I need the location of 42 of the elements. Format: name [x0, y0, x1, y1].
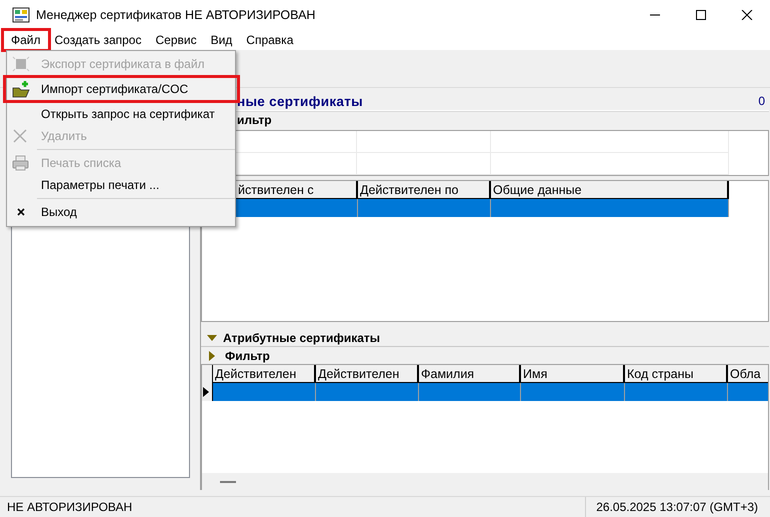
close-icon: [17, 208, 25, 216]
table-cell[interactable]: [521, 383, 625, 401]
status-text: НЕ АВТОРИЗИРОВАН: [6, 500, 134, 514]
menu-item[interactable]: Файл: [4, 31, 48, 49]
column-header[interactable]: Общие данные: [491, 181, 729, 199]
menu-item[interactable]: Открыть запрос на сертификат: [7, 103, 235, 125]
table-cell[interactable]: [625, 383, 728, 401]
column-header[interactable]: Действителен по: [358, 181, 491, 199]
menu-item[interactable]: Создать запрос: [48, 31, 148, 49]
collapse-icon[interactable]: [207, 333, 217, 343]
table-cell[interactable]: [419, 383, 521, 401]
export-icon: [11, 55, 31, 73]
table-cell[interactable]: [491, 199, 729, 217]
maximize-icon: [695, 10, 707, 20]
column-header[interactable]: Фамилия: [419, 365, 521, 383]
table-cell[interactable]: [358, 199, 491, 217]
section-title: Атрибутные сертификаты: [223, 331, 380, 345]
count-label: 0: [758, 94, 765, 108]
filter-label[interactable]: ильтр: [237, 113, 272, 127]
close-icon: [741, 10, 753, 20]
status-datetime: 26.05.2025 13:07:07 (GMT+3): [585, 497, 770, 517]
menu-item[interactable]: Импорт сертификата/COC: [3, 75, 240, 103]
menu-item[interactable]: Сервис: [148, 31, 204, 49]
menu-item[interactable]: Справка: [239, 31, 300, 49]
window-title: Менеджер сертификатов НЕ АВТОРИЗИРОВАН: [36, 8, 316, 22]
folder-plus-icon: [11, 80, 31, 98]
column-header[interactable]: Действителен: [213, 365, 316, 383]
menu-item[interactable]: Выход: [7, 201, 235, 223]
menu-item[interactable]: Вид: [204, 31, 240, 49]
app-icon: [12, 7, 30, 23]
column-header[interactable]: Действителен: [316, 365, 419, 383]
printer-icon: [11, 154, 31, 172]
expand-icon[interactable]: [207, 350, 217, 360]
column-header[interactable]: Обла: [728, 365, 768, 383]
scrollbar[interactable]: [202, 473, 768, 490]
table-cell[interactable]: [316, 383, 419, 401]
row-pointer-icon: [202, 386, 210, 398]
column-header[interactable]: Имя: [521, 365, 625, 383]
filter-label[interactable]: Фильтр: [225, 348, 270, 362]
table-cell[interactable]: [213, 383, 316, 401]
column-header[interactable]: Код страны: [625, 365, 728, 383]
table-cell[interactable]: [728, 383, 768, 401]
